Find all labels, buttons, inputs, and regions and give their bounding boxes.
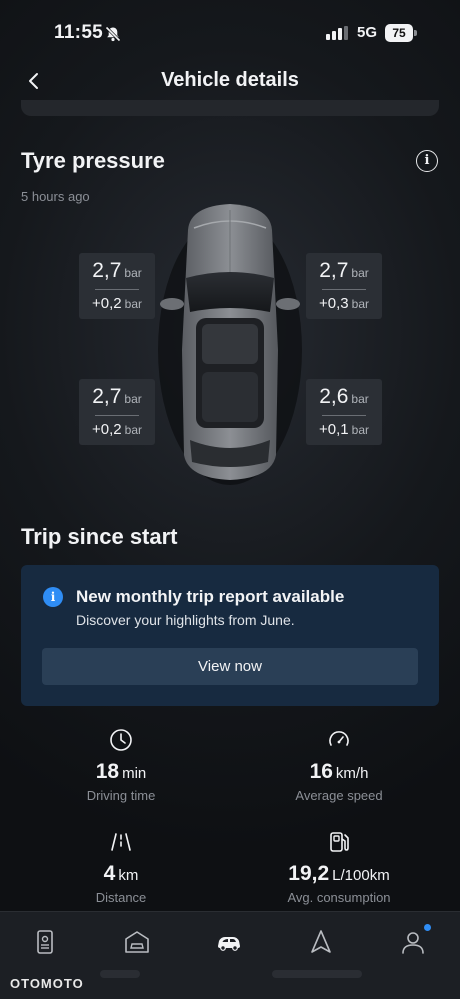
tyre-divider [95, 289, 139, 290]
signal-icon [326, 26, 348, 40]
stat-unit: km/h [335, 765, 369, 782]
stat-label: Average speed [295, 788, 383, 803]
tyre-rear-right: 2,6 bar +0,1 bar [306, 379, 382, 445]
car-icon [218, 937, 240, 951]
stat-value: 19,2 [288, 862, 330, 885]
speedometer-icon [329, 731, 349, 746]
stat-label: Driving time [86, 788, 156, 803]
document-icon [37, 930, 53, 954]
tyre-divider [95, 415, 139, 416]
tyre-pressure-value: 2,7 [319, 259, 349, 282]
tyre-pressure-value: 2,6 [319, 385, 349, 408]
status-bar: 11:55 5G 75 [0, 0, 460, 60]
stat-label: Avg. consumption [287, 890, 391, 905]
view-now-button[interactable]: View now [42, 648, 418, 685]
trip-title: Trip since start [21, 524, 178, 549]
stat-value: 18 [95, 760, 120, 783]
network-label: 5G [357, 24, 378, 41]
blurred-label [100, 970, 140, 978]
page-title: Vehicle details [161, 69, 299, 91]
tyre-delta-unit: bar [124, 423, 142, 437]
stat-unit: L/100km [332, 867, 390, 884]
tyre-pressure-unit: bar [124, 266, 142, 280]
info-icon: i [43, 587, 63, 607]
nav-navigation[interactable] [299, 926, 343, 958]
status-time: 11:55 [54, 22, 104, 43]
tyre-delta-value: +0,3 [319, 295, 349, 312]
report-title: New monthly trip report available [76, 587, 345, 606]
tyre-pressure-unit: bar [351, 266, 369, 280]
stat-unit: min [122, 765, 147, 782]
tyre-pressure-value: 2,7 [92, 259, 122, 282]
tyre-updated-label: 5 hours ago [21, 189, 90, 204]
tyre-pressure-title: Tyre pressure [21, 148, 165, 173]
tyre-delta-unit: bar [124, 297, 142, 311]
stat-consumption: 19,2 L/100km Avg. consumption [239, 830, 439, 905]
tyre-rear-left: 2,7 bar +0,2 bar [79, 379, 155, 445]
tyre-divider [322, 415, 366, 416]
report-subtitle: Discover your highlights from June. [76, 612, 295, 628]
road-icon [111, 833, 131, 851]
clock-icon [110, 729, 132, 751]
tyre-pressure-unit: bar [351, 392, 369, 406]
watermark: OTOMOTO [10, 976, 84, 991]
tyre-front-left: 2,7 bar +0,2 bar [79, 253, 155, 319]
profile-icon [402, 932, 424, 954]
stat-unit: km [118, 867, 139, 884]
stat-value: 4 [103, 862, 116, 885]
tyre-delta-value: +0,1 [319, 421, 349, 438]
garage-icon [125, 931, 149, 953]
battery-tip [414, 30, 417, 36]
stat-label: Distance [95, 890, 147, 905]
vehicle-details-screen: 11:55 5G 75 Vehicle details Tyre pressur… [0, 0, 460, 999]
tyre-delta-unit: bar [351, 297, 369, 311]
battery-level: 75 [385, 24, 413, 42]
tyre-pressure-unit: bar [124, 392, 142, 406]
tyre-delta-value: +0,2 [92, 295, 122, 312]
stat-value: 16 [309, 760, 333, 783]
notification-badge [424, 924, 431, 931]
car-top-view-image [158, 204, 302, 485]
tyre-delta-unit: bar [351, 423, 369, 437]
fuel-pump-icon [330, 832, 349, 852]
stat-distance: 4 km Distance [21, 830, 221, 905]
blurred-label [272, 970, 362, 978]
tyre-delta-value: +0,2 [92, 421, 122, 438]
previous-card-edge [21, 100, 439, 116]
nav-vehicle[interactable] [207, 926, 251, 958]
nav-garage[interactable] [115, 926, 159, 958]
tyre-divider [322, 289, 366, 290]
battery-indicator: 75 [385, 24, 417, 42]
nav-documents[interactable] [23, 926, 67, 958]
app-header: Vehicle details [0, 58, 460, 104]
tyre-front-right: 2,7 bar +0,3 bar [306, 253, 382, 319]
bell-off-icon [105, 26, 121, 42]
stat-driving-time: 18 min Driving time [21, 728, 221, 803]
stat-average-speed: 16 km/h Average speed [239, 728, 439, 803]
info-icon[interactable]: i [416, 150, 438, 172]
navigation-icon [311, 930, 331, 953]
trip-report-card: i New monthly trip report available Disc… [21, 565, 439, 706]
tyre-pressure-value: 2,7 [92, 385, 122, 408]
